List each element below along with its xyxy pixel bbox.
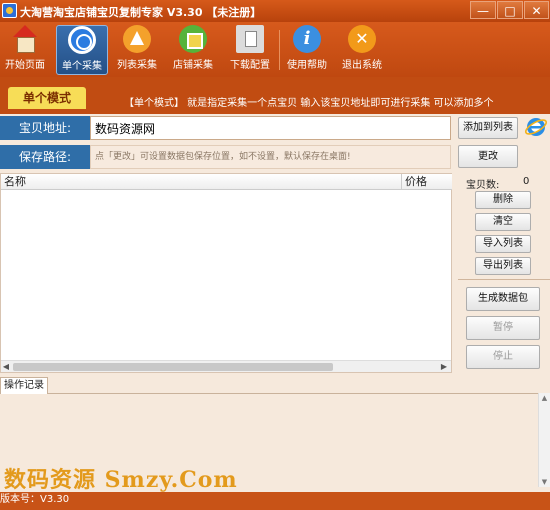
list-collect-icon [123, 25, 151, 53]
save-path-field[interactable]: 点「更改」可设置数据包保存位置，如不设置，默认保存在桌面! [90, 145, 451, 169]
toolbar-single-collect[interactable]: 单个采集 [56, 25, 108, 75]
app-icon [2, 3, 17, 18]
url-label: 宝贝地址: [0, 116, 90, 140]
delete-button[interactable]: 删除 [475, 191, 531, 209]
mode-description: 【单个模式】 就是指定采集一个点宝贝 输入该宝贝地址即可进行采集 可以添加多个 [124, 98, 494, 109]
log-vertical-scrollbar[interactable]: ▲ ▼ [538, 393, 550, 487]
toolbar-list-collect[interactable]: 列表采集 [114, 25, 160, 75]
toolbar-download-config[interactable]: 下载配置 [226, 25, 274, 75]
close-button[interactable]: ✕ [524, 1, 549, 19]
change-path-button[interactable]: 更改 [458, 145, 518, 168]
help-icon: i [293, 25, 321, 53]
add-to-list-button[interactable]: 添加到列表 [458, 117, 518, 139]
window-title: 大淘营淘宝店铺宝贝复制专家 V3.30 【未注册】 [20, 6, 262, 19]
exit-icon: ✕ [348, 25, 376, 53]
shop-collect-icon [179, 25, 207, 53]
status-bar: 版本号：V3.30 [0, 492, 550, 510]
toolbar-label: 单个采集 [62, 61, 102, 72]
title-bar: 大淘营淘宝店铺宝贝复制专家 V3.30 【未注册】 — □ ✕ [0, 0, 550, 22]
import-list-button[interactable]: 导入列表 [475, 235, 531, 253]
horizontal-scrollbar[interactable]: ◀ ▶ [1, 360, 451, 372]
toolbar-label: 店铺采集 [173, 60, 213, 71]
download-config-icon [236, 25, 264, 53]
item-count-value: 0 [523, 176, 530, 187]
main-toolbar: 开始页面 单个采集 列表采集 店铺采集 下载配置 i 使用帮助 ✕ 退出系统 [0, 22, 550, 77]
scroll-thumb[interactable] [13, 363, 333, 371]
single-collect-icon [68, 26, 96, 54]
version-text: 版本号：V3.30 [0, 494, 70, 505]
minimize-button[interactable]: — [470, 1, 496, 19]
side-panel: 宝贝数: 0 删除 清空 导入列表 导出列表 生成数据包 暂停 停止 [458, 173, 550, 373]
item-table[interactable]: 名称 价格 ◀ ▶ [0, 173, 452, 373]
url-input[interactable] [90, 116, 451, 140]
toolbar-label: 使用帮助 [287, 60, 327, 71]
watermark-text: 数码资源 Smzy.Com [4, 467, 238, 493]
clear-button[interactable]: 清空 [475, 213, 531, 231]
toolbar-shop-collect[interactable]: 店铺采集 [170, 25, 216, 75]
maximize-button[interactable]: □ [497, 1, 523, 19]
column-header-name[interactable]: 名称 [1, 174, 402, 190]
generate-package-button[interactable]: 生成数据包 [466, 287, 540, 311]
toolbar-label: 退出系统 [342, 60, 382, 71]
scroll-up-icon[interactable]: ▲ [539, 393, 550, 403]
toolbar-label: 列表采集 [117, 60, 157, 71]
scroll-left-icon[interactable]: ◀ [1, 361, 11, 373]
toolbar-label: 开始页面 [5, 60, 45, 71]
tab-operation-log[interactable]: 操作记录 [0, 377, 48, 394]
export-list-button[interactable]: 导出列表 [475, 257, 531, 275]
toolbar-label: 下载配置 [230, 60, 270, 71]
home-icon [11, 25, 39, 53]
save-path-label: 保存路径: [0, 145, 90, 169]
mode-bar: 单个模式 【单个模式】 就是指定采集一个点宝贝 输入该宝贝地址即可进行采集 可以… [0, 77, 550, 114]
column-header-price[interactable]: 价格 [402, 174, 452, 190]
toolbar-help[interactable]: i 使用帮助 [284, 25, 330, 75]
toolbar-exit[interactable]: ✕ 退出系统 [339, 25, 385, 75]
scroll-right-icon[interactable]: ▶ [439, 361, 449, 373]
stop-button[interactable]: 停止 [466, 345, 540, 369]
divider [458, 279, 550, 280]
item-count-label: 宝贝数: [466, 180, 500, 191]
toolbar-start-page[interactable]: 开始页面 [2, 25, 48, 75]
pause-button[interactable]: 暂停 [466, 316, 540, 340]
scroll-down-icon[interactable]: ▼ [539, 477, 550, 487]
toolbar-separator [279, 30, 280, 70]
mode-tab-single[interactable]: 单个模式 [8, 87, 86, 109]
ie-browser-icon[interactable] [524, 115, 548, 139]
